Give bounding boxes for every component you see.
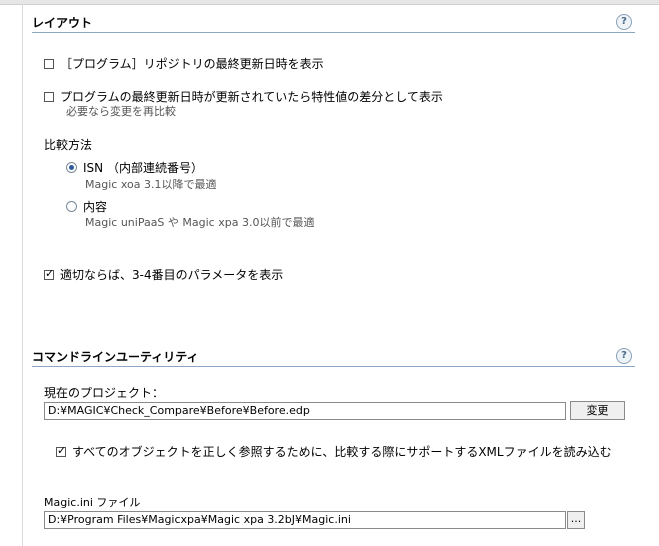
content-hint: Magic uniPaaS や Magic xpa 3.0以前で最適 — [85, 216, 315, 229]
cmdline-section-rule — [32, 366, 635, 367]
show-repo-date-row[interactable]: ［プログラム］リポジトリの最終更新日時を表示 — [44, 55, 324, 72]
show-params-row[interactable]: 適切ならば、3-4番目のパラメータを表示 — [44, 266, 283, 283]
content-radio[interactable] — [66, 201, 77, 212]
layout-help-icon[interactable]: ? — [616, 14, 632, 30]
ini-label: Magic.ini ファイル — [44, 496, 141, 509]
content-label: 内容 — [83, 200, 108, 214]
show-diff-hint: 必要なら変更を再比較 — [66, 105, 176, 118]
show-params-label: 適切ならば、3-4番目のパラメータを表示 — [60, 268, 284, 282]
project-label: 現在のプロジェクト： — [44, 386, 165, 400]
isn-radio[interactable] — [66, 162, 77, 173]
compare-option-isn[interactable]: ISN （内部連続番号） — [66, 159, 203, 176]
project-path-field[interactable]: D:¥MAGIC¥Check_Compare¥Before¥Before.edp — [44, 402, 566, 420]
load-xml-label: すべてのオブジェクトを正しく参照するために、比較する際にサポートするXMLファイ… — [72, 445, 612, 459]
compare-method-label: 比較方法 — [44, 138, 93, 152]
show-repo-date-label: ［プログラム］リポジトリの最終更新日時を表示 — [60, 57, 324, 71]
isn-hint: Magic xoa 3.1以降で最適 — [85, 178, 217, 191]
top-border — [0, 0, 659, 5]
left-border — [22, 4, 23, 546]
load-xml-row[interactable]: すべてのオブジェクトを正しく参照するために、比較する際にサポートするXMLファイ… — [56, 443, 612, 460]
show-params-checkbox[interactable] — [44, 267, 54, 280]
show-diff-checkbox[interactable] — [44, 91, 54, 102]
load-xml-checkbox[interactable] — [56, 444, 66, 457]
change-project-button[interactable]: 変更 — [570, 401, 625, 420]
layout-section-rule — [32, 32, 635, 33]
browse-ini-button[interactable]: ... — [567, 511, 585, 529]
layout-section-title: レイアウト — [32, 16, 93, 30]
show-repo-date-checkbox[interactable] — [44, 58, 54, 69]
compare-option-content[interactable]: 内容 — [66, 198, 107, 215]
cmdline-section-title: コマンドラインユーティリティ — [32, 350, 199, 364]
isn-label: ISN （内部連続番号） — [83, 161, 203, 175]
ini-path-field[interactable]: D:¥Program Files¥Magicxpa¥Magic xpa 3.2b… — [44, 511, 566, 529]
cmdline-help-icon[interactable]: ? — [616, 348, 632, 364]
